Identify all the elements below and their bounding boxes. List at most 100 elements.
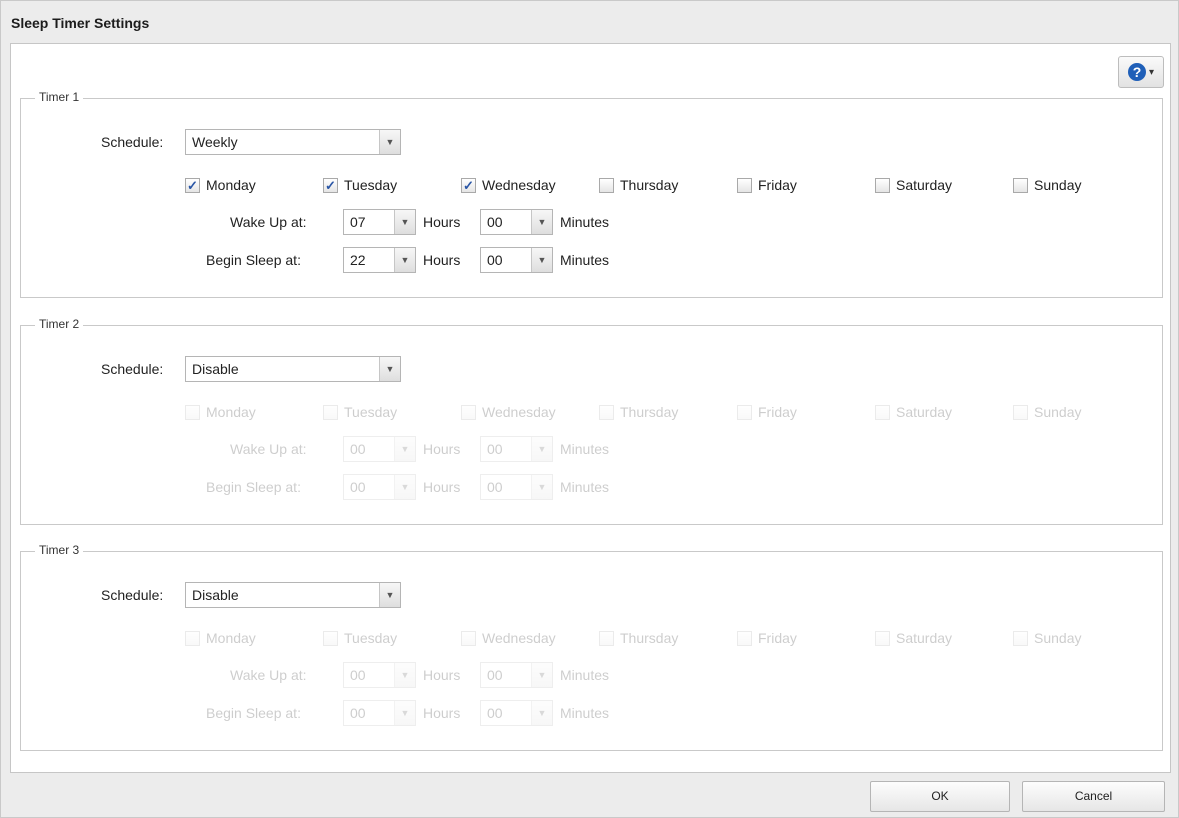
day-monday[interactable]: Monday [185, 404, 256, 420]
dialog-title: Sleep Timer Settings [11, 15, 150, 31]
begin-sleep-hours-select[interactable]: 22 ▼ [343, 247, 416, 273]
begin-sleep-hours-select[interactable]: 00 ▼ [343, 700, 416, 726]
chevron-down-icon: ▼ [394, 437, 415, 461]
day-sunday[interactable]: Sunday [1013, 630, 1081, 646]
checkbox[interactable] [323, 630, 338, 646]
day-tuesday[interactable]: ✓ Tuesday [323, 177, 397, 193]
hours-value: 22 [350, 252, 366, 268]
help-icon: ? [1127, 63, 1146, 81]
chevron-down-icon: ▼ [531, 475, 552, 499]
day-label: Saturday [896, 177, 953, 193]
minutes-label: Minutes [560, 667, 610, 683]
checkbox[interactable]: ✓ [185, 177, 200, 193]
minutes-value: 00 [487, 705, 503, 721]
day-label: Friday [758, 177, 797, 193]
checkbox[interactable] [185, 404, 200, 420]
day-label: Sunday [1034, 630, 1082, 646]
checkbox[interactable] [323, 404, 338, 420]
begin-sleep-minutes-select[interactable]: 00 ▼ [480, 700, 553, 726]
hours-label: Hours [423, 252, 461, 268]
wake-up-hours-select[interactable]: 07 ▼ [343, 209, 416, 235]
checkbox[interactable] [875, 630, 890, 646]
wake-up-minutes-select[interactable]: 00 ▼ [480, 662, 553, 688]
sleep-timer-dialog: Sleep Timer Settings ? ▾ Timer 1 Schedule… [0, 0, 1179, 818]
day-monday[interactable]: Monday [185, 630, 256, 646]
checkbox[interactable] [461, 630, 476, 646]
checkbox[interactable] [875, 177, 890, 193]
hours-label: Hours [423, 705, 461, 721]
hours-label: Hours [423, 479, 461, 495]
checkbox[interactable] [1013, 630, 1028, 646]
wake-up-hours-select[interactable]: 00 ▼ [343, 436, 416, 462]
timer-3-group: Timer 3 Schedule: Disable ▼ Monday Tuesday Wed… [20, 543, 1163, 751]
hours-value: 00 [350, 441, 366, 457]
minutes-value: 00 [487, 479, 503, 495]
wake-up-minutes-select[interactable]: 00 ▼ [480, 209, 553, 235]
checkbox[interactable]: ✓ [461, 177, 476, 193]
checkbox[interactable] [875, 404, 890, 420]
day-thursday[interactable]: Thursday [599, 404, 678, 420]
checkbox[interactable] [737, 630, 752, 646]
day-label: Saturday [896, 630, 953, 646]
day-friday[interactable]: Friday [737, 177, 797, 193]
day-friday[interactable]: Friday [737, 404, 797, 420]
wake-up-hours-select[interactable]: 00 ▼ [343, 662, 416, 688]
chevron-down-icon: ▼ [531, 437, 552, 461]
day-label: Monday [206, 177, 256, 193]
wake-up-minutes-select[interactable]: 00 ▼ [480, 436, 553, 462]
day-thursday[interactable]: Thursday [599, 630, 678, 646]
hours-value: 07 [350, 214, 366, 230]
day-saturday[interactable]: Saturday [875, 404, 952, 420]
begin-sleep-minutes-select[interactable]: 00 ▼ [480, 247, 553, 273]
checkbox[interactable] [599, 404, 614, 420]
ok-button[interactable]: OK [870, 781, 1010, 812]
day-label: Thursday [620, 177, 679, 193]
wake-up-label: Wake Up at: [230, 441, 307, 457]
checkbox[interactable] [185, 630, 200, 646]
chevron-down-icon: ▼ [394, 701, 415, 725]
day-tuesday[interactable]: Tuesday [323, 630, 397, 646]
chevron-down-icon: ▼ [394, 210, 415, 234]
day-monday[interactable]: ✓ Monday [185, 177, 256, 193]
chevron-down-icon: ▾ [1148, 66, 1155, 78]
checkbox[interactable] [599, 630, 614, 646]
day-friday[interactable]: Friday [737, 630, 797, 646]
chevron-down-icon: ▼ [531, 663, 552, 687]
begin-sleep-minutes-select[interactable]: 00 ▼ [480, 474, 553, 500]
timer-details: Monday Tuesday Wednesday Thursday Friday Satu… [21, 326, 1162, 524]
checkbox[interactable]: ✓ [323, 177, 338, 193]
hours-label: Hours [423, 214, 461, 230]
day-sunday[interactable]: Sunday [1013, 177, 1081, 193]
day-saturday[interactable]: Saturday [875, 630, 952, 646]
chevron-down-icon: ▼ [531, 248, 552, 272]
day-thursday[interactable]: Thursday [599, 177, 678, 193]
day-tuesday[interactable]: Tuesday [323, 404, 397, 420]
day-wednesday[interactable]: Wednesday [461, 404, 556, 420]
day-wednesday[interactable]: ✓ Wednesday [461, 177, 556, 193]
cancel-button[interactable]: Cancel [1022, 781, 1165, 812]
begin-sleep-hours-select[interactable]: 00 ▼ [343, 474, 416, 500]
checkbox[interactable] [737, 404, 752, 420]
checkbox[interactable] [737, 177, 752, 193]
help-button[interactable]: ? ▾ [1118, 56, 1164, 88]
day-label: Monday [206, 404, 256, 420]
checkbox[interactable] [461, 404, 476, 420]
chevron-down-icon: ▼ [394, 663, 415, 687]
hours-label: Hours [423, 441, 461, 457]
minutes-value: 00 [487, 667, 503, 683]
day-wednesday[interactable]: Wednesday [461, 630, 556, 646]
timer-details: ✓ Monday ✓ Tuesday ✓ Wednesday Thursday Friday S… [21, 99, 1162, 297]
hours-value: 00 [350, 479, 366, 495]
chevron-down-icon: ▼ [394, 475, 415, 499]
day-label: Wednesday [482, 630, 556, 646]
checkbox[interactable] [1013, 177, 1028, 193]
minutes-label: Minutes [560, 705, 610, 721]
day-saturday[interactable]: Saturday [875, 177, 952, 193]
checkbox[interactable] [1013, 404, 1028, 420]
checkbox[interactable] [599, 177, 614, 193]
hours-value: 00 [350, 667, 366, 683]
minutes-value: 00 [487, 441, 503, 457]
day-sunday[interactable]: Sunday [1013, 404, 1081, 420]
day-label: Wednesday [482, 404, 556, 420]
minutes-label: Minutes [560, 252, 610, 268]
